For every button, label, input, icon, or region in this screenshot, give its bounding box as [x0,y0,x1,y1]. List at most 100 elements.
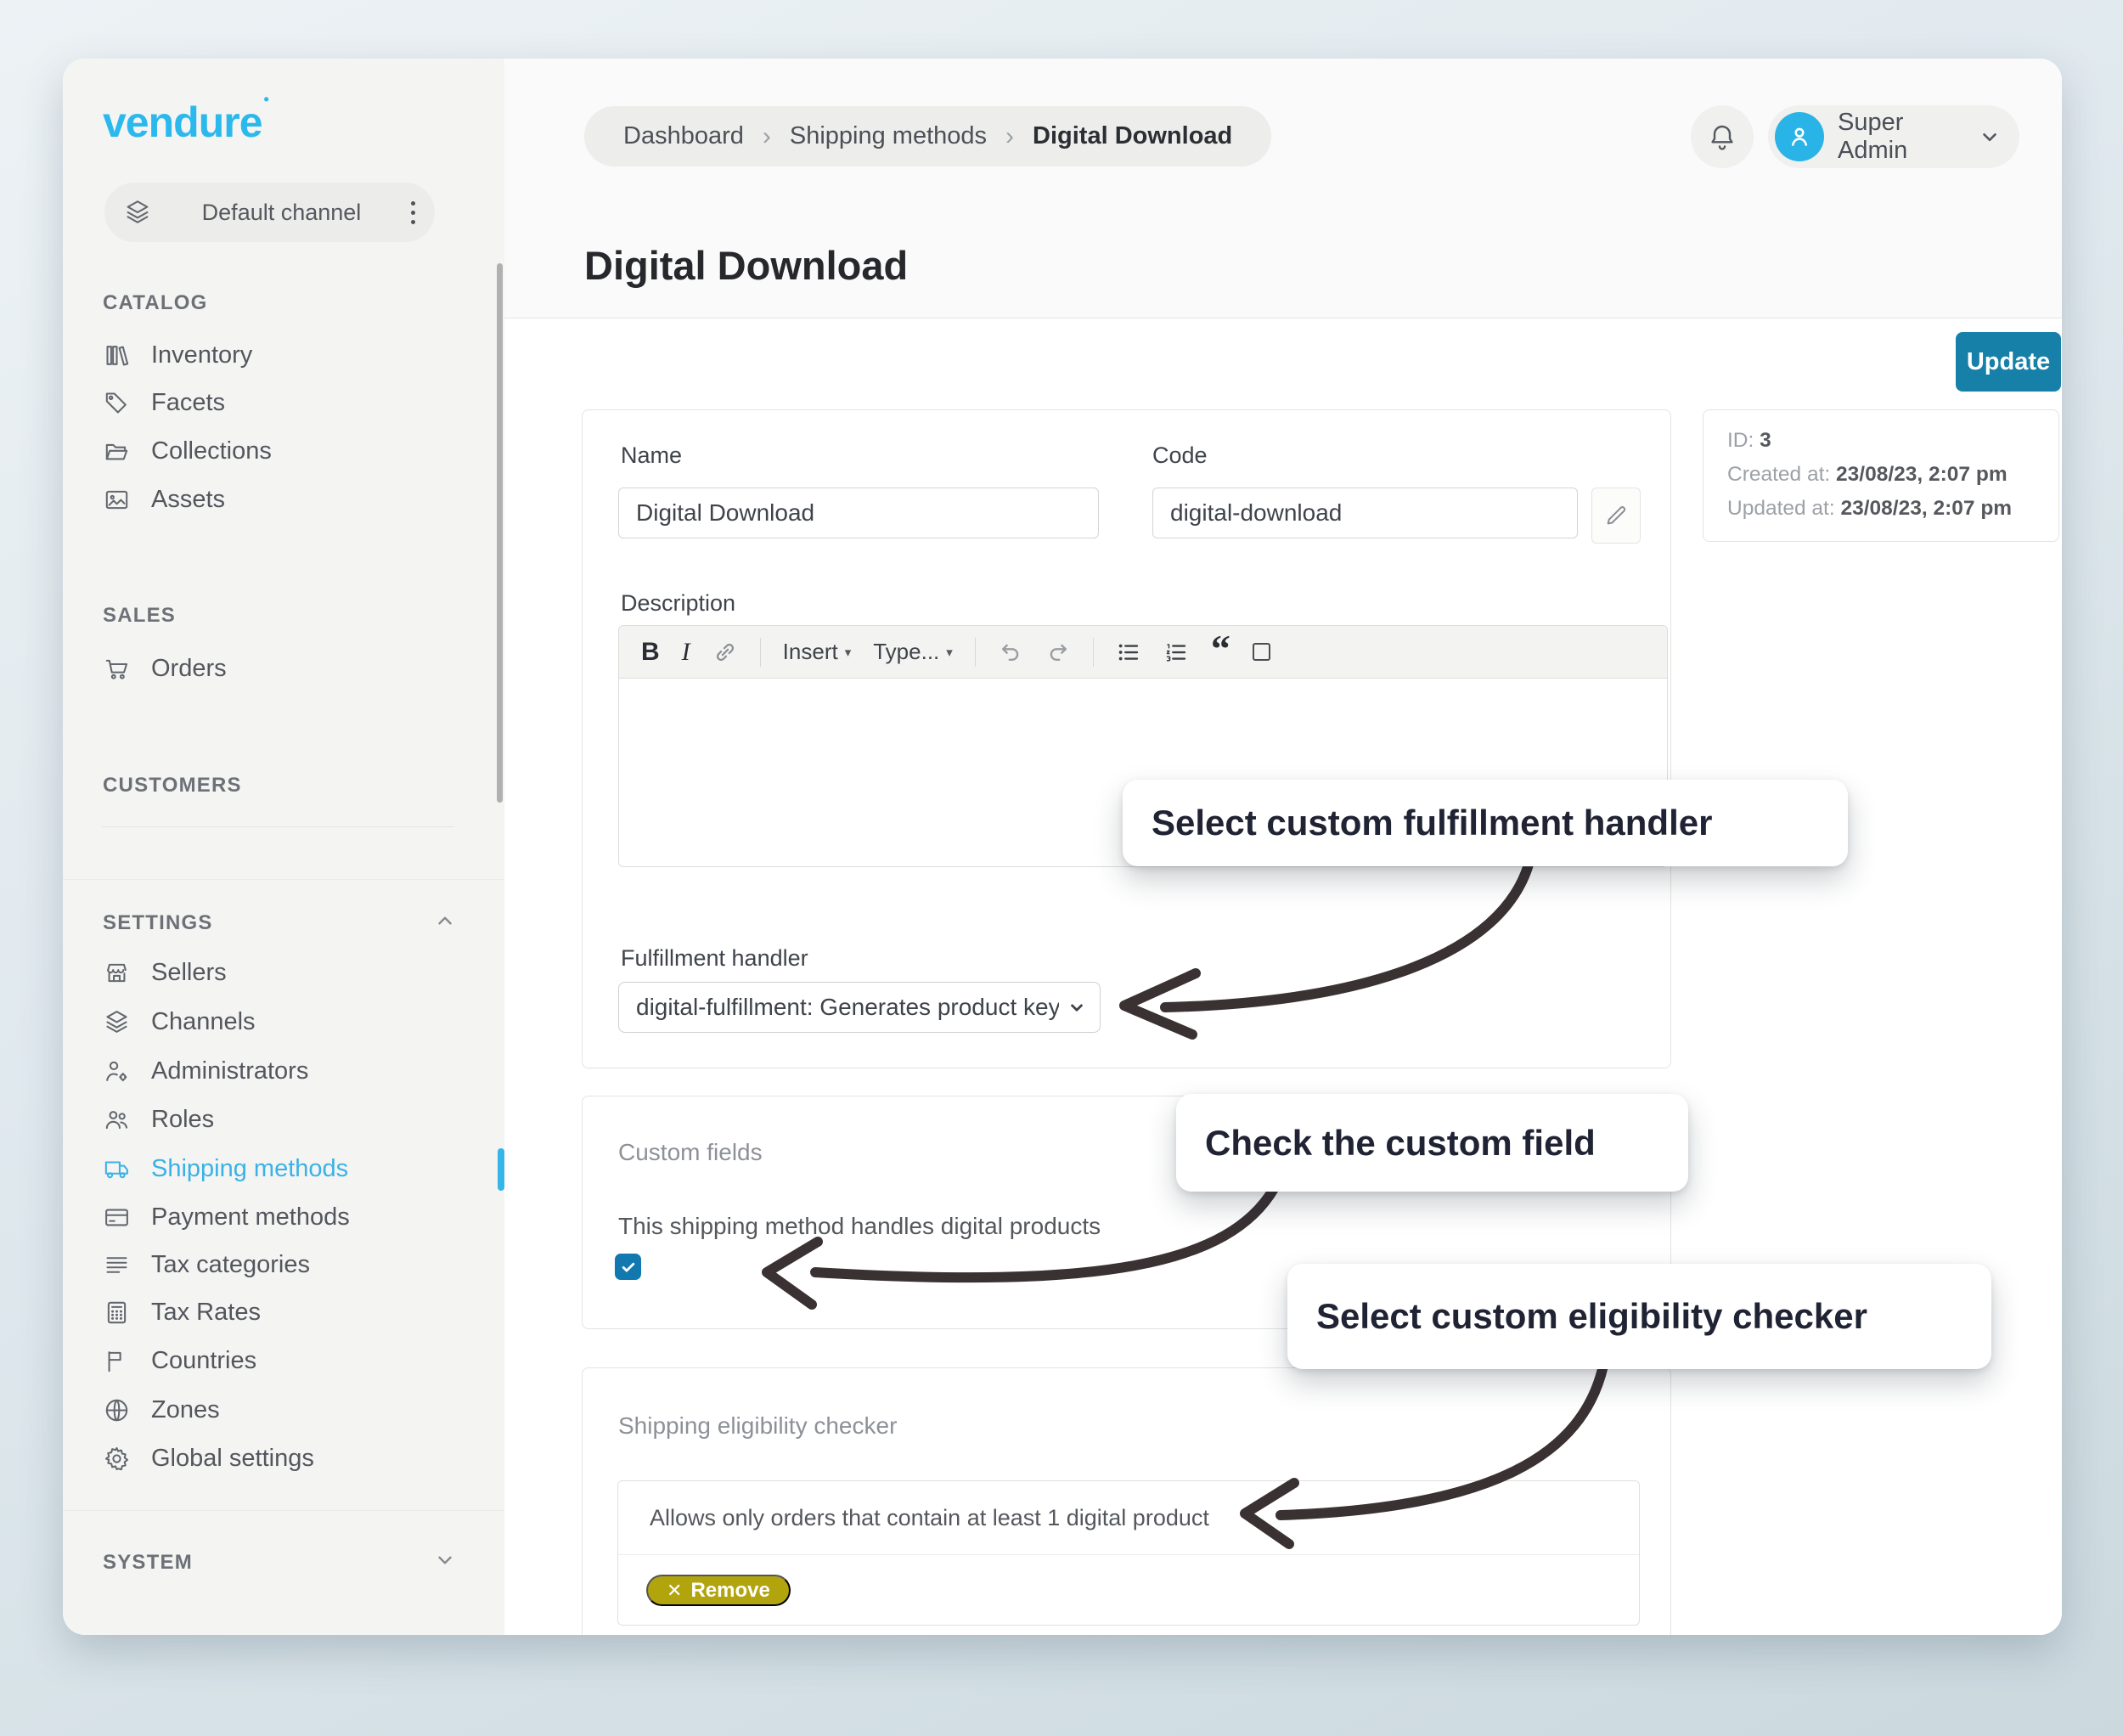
notifications-button[interactable] [1691,105,1754,168]
type-dropdown[interactable]: Type...▾ [873,639,953,665]
page-title: Digital Download [584,242,908,289]
breadcrumb-current: Digital Download [1033,122,1232,150]
edit-code-button[interactable] [1591,488,1641,544]
sidebar-item-global-settings[interactable]: Global settings [103,1438,476,1479]
vendure-logo: vendure• [103,98,267,147]
redo-icon[interactable] [1045,640,1071,665]
tag-icon [103,389,131,417]
sidebar-item-inventory[interactable]: Inventory [103,335,476,375]
sidebar-item-label: Global settings [151,1445,314,1473]
sidebar-item-assets[interactable]: Assets [103,479,476,520]
avatar [1775,112,1824,161]
sidebar-scrollbar[interactable] [497,263,503,803]
calculator-icon [103,1299,131,1327]
chevron-down-icon[interactable] [434,1549,456,1571]
sidebar-item-payment-methods[interactable]: Payment methods [103,1197,476,1237]
check-icon [620,1259,637,1276]
sidebar-item-orders[interactable]: Orders [103,648,476,689]
remove-checker-button[interactable]: ✕ Remove [646,1575,791,1606]
section-header-system: SYSTEM [103,1551,193,1575]
editor-toolbar: B I Insert▾ Type...▾ “ [619,626,1667,679]
sidebar-item-label: Roles [151,1106,214,1134]
fulfillment-handler-select[interactable]: digital-fulfillment: Generates product k… [618,982,1101,1033]
user-menu[interactable]: Super Admin [1768,105,2019,168]
sidebar-item-label: Tax categories [151,1251,310,1279]
toolbar-divider [760,638,761,667]
shipping-method-form-card: Name Code Description B I Insert▾ Type..… [582,409,1671,1068]
sidebar-item-roles[interactable]: Roles [103,1099,476,1140]
sidebar-item-sellers[interactable]: Sellers [103,952,476,993]
breadcrumb-dashboard[interactable]: Dashboard [623,122,744,150]
sidebar-item-label: Inventory [151,341,252,369]
gear-icon [103,1445,131,1473]
fulfillment-handler-label: Fulfillment handler [621,945,808,972]
link-icon[interactable] [712,640,738,665]
sidebar-item-tax-rates[interactable]: Tax Rates [103,1292,476,1333]
books-icon [103,341,131,369]
sidebar-item-tax-categories[interactable]: Tax categories [103,1244,476,1285]
sidebar-item-shipping-methods[interactable]: Shipping methods [103,1148,476,1189]
blockquote-icon[interactable]: “ [1211,640,1230,664]
digital-products-field-label: This shipping method handles digital pro… [618,1213,1101,1240]
kebab-menu-icon[interactable] [411,201,416,224]
description-label: Description [621,590,735,617]
pencil-icon [1603,503,1629,528]
section-header-catalog: CATALOG [103,291,208,315]
ordered-list-icon[interactable] [1163,640,1189,665]
sidebar-item-label: Zones [151,1396,220,1424]
callout-custom-field: Check the custom field [1176,1094,1688,1192]
section-header-sales: SALES [103,604,176,628]
sidebar-item-facets[interactable]: Facets [103,382,476,423]
sidebar-item-administrators[interactable]: Administrators [103,1051,476,1091]
credit-card-icon [103,1203,131,1232]
name-label: Name [621,442,682,469]
bell-icon [1707,121,1737,152]
breadcrumb: Dashboard › Shipping methods › Digital D… [584,106,1271,166]
cart-icon [103,655,131,683]
breadcrumb-separator: › [763,122,771,151]
name-input[interactable] [618,488,1099,538]
sidebar-item-label: Tax Rates [151,1299,261,1327]
sidebar-item-countries[interactable]: Countries [103,1340,476,1381]
chevron-up-icon[interactable] [434,910,456,932]
breadcrumb-shipping-methods[interactable]: Shipping methods [790,122,987,150]
fulfillment-handler-value: digital-fulfillment: Generates product k… [636,994,1059,1021]
checker-divider [618,1554,1639,1555]
sidebar-separator [63,1510,504,1511]
undo-icon[interactable] [998,640,1023,665]
callout-eligibility-checker: Select custom eligibility checker [1287,1264,1991,1369]
layers-icon [123,198,152,227]
sidebar-item-collections[interactable]: Collections [103,431,476,471]
close-icon: ✕ [667,1580,682,1602]
sidebar-item-label: Assets [151,486,225,514]
code-input[interactable] [1152,488,1578,538]
channel-selector[interactable]: Default channel [104,183,435,242]
sidebar-item-label: Orders [151,655,227,683]
logo-dot: • [264,91,268,108]
sidebar-item-label: Collections [151,437,272,465]
image-icon [103,486,131,514]
channel-label: Default channel [152,200,411,226]
section-header-settings: SETTINGS [103,911,213,935]
store-icon [103,959,131,987]
truck-icon [103,1155,131,1183]
italic-button[interactable]: I [682,638,690,667]
code-block-icon[interactable] [1253,643,1270,661]
created-at-row: Created at: 23/08/23, 2:07 pm [1727,463,2008,487]
bold-button[interactable]: B [641,638,660,667]
sidebar-item-zones[interactable]: Zones [103,1389,476,1430]
chevron-down-icon [1979,126,2001,148]
list-lines-icon [103,1251,131,1279]
sidebar-item-channels[interactable]: Channels [103,1001,476,1042]
toolbar-divider [1093,638,1094,667]
bullet-list-icon[interactable] [1116,640,1141,665]
users-icon [103,1106,131,1134]
sidebar-item-label: Administrators [151,1057,308,1085]
insert-dropdown[interactable]: Insert▾ [783,639,852,665]
user-icon [1785,122,1814,151]
update-button[interactable]: Update [1956,332,2061,392]
sidebar-item-label: Channels [151,1008,256,1036]
updated-at-row: Updated at: 23/08/23, 2:07 pm [1727,497,2012,521]
eligibility-checker-title: Shipping eligibility checker [618,1412,897,1440]
digital-products-checkbox[interactable] [615,1254,641,1280]
